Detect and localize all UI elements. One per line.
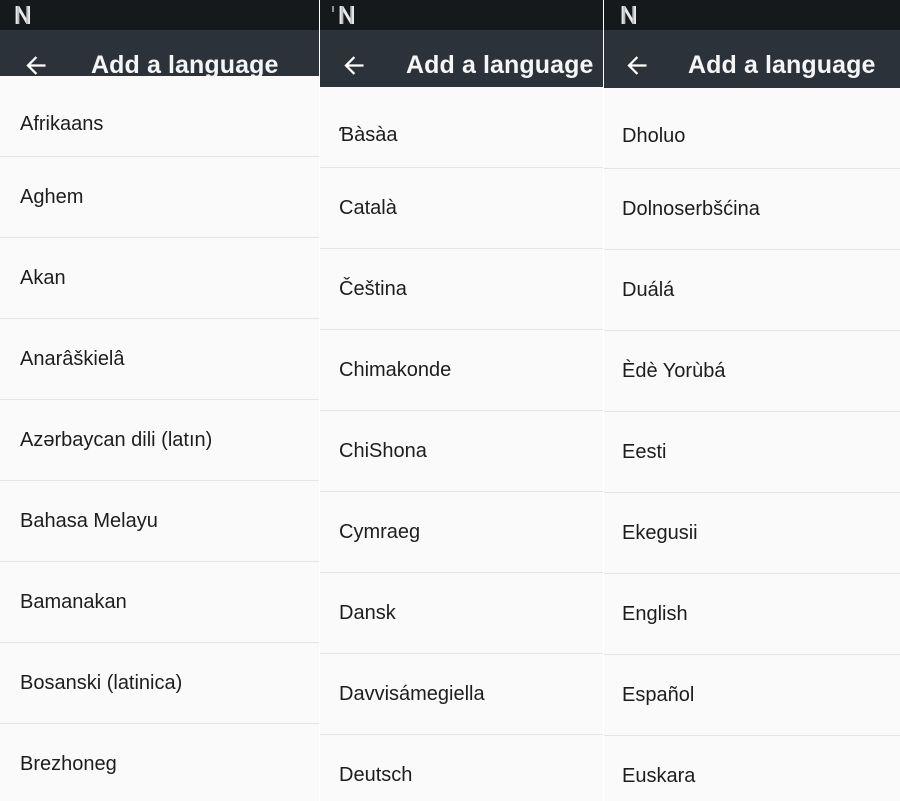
list-item[interactable]: Chimakonde	[320, 330, 603, 411]
language-name: Èdè Yorùbá	[622, 360, 726, 382]
status-bar	[320, 0, 603, 30]
language-name: Cymraeg	[339, 521, 421, 543]
page-title: Add a language	[406, 51, 594, 79]
list-item[interactable]: Čeština	[320, 249, 603, 330]
screenshot-panel-2: Add a language Ɓàsàa Català Čeština Chim…	[320, 0, 603, 801]
android-n-logo-icon	[338, 5, 356, 25]
language-name: Aghem	[20, 186, 84, 208]
list-item[interactable]: Duálá	[604, 250, 900, 331]
language-name: Español	[622, 684, 695, 706]
list-item[interactable]: Akan	[0, 238, 319, 319]
language-list-3[interactable]: Dholuo Dolnoserbšćina Duálá Èdè Yorùbá E…	[604, 88, 900, 801]
language-name: Čeština	[339, 278, 407, 300]
language-name: Akan	[20, 267, 66, 289]
list-item[interactable]: Azərbaycan dili (latın)	[0, 400, 319, 481]
language-name: Dholuo	[622, 125, 686, 147]
list-item[interactable]: Èdè Yorùbá	[604, 331, 900, 412]
language-picker-screen: Add a language Afrikaans Aghem Akan Anar…	[0, 0, 900, 801]
language-name: Brezhoneg	[20, 753, 117, 775]
language-list-2[interactable]: Ɓàsàa Català Čeština Chimakonde ChiShona…	[320, 87, 603, 801]
language-name: Deutsch	[339, 764, 413, 786]
language-name: Eesti	[622, 441, 667, 463]
back-arrow-icon[interactable]	[23, 52, 50, 79]
list-item[interactable]: ChiShona	[320, 411, 603, 492]
list-item[interactable]: Davvisámegiella	[320, 654, 603, 735]
list-item[interactable]: Ɓàsàa	[320, 87, 603, 168]
language-name: Afrikaans	[20, 113, 104, 135]
list-item[interactable]: Deutsch	[320, 735, 603, 801]
language-name: Ɓàsàa	[339, 124, 398, 146]
language-name: Bosanski (latinica)	[20, 672, 183, 694]
language-name: Català	[339, 197, 397, 219]
language-name: Bamanakan	[20, 591, 127, 613]
language-name: Azərbaycan dili (latın)	[20, 429, 213, 451]
list-item[interactable]: Bahasa Melayu	[0, 481, 319, 562]
list-item[interactable]: Aghem	[0, 157, 319, 238]
screenshot-panel-1: Add a language Afrikaans Aghem Akan Anar…	[0, 0, 319, 801]
list-item[interactable]: Afrikaans	[0, 76, 319, 157]
list-item[interactable]: Dolnoserbšćina	[604, 169, 900, 250]
status-bar	[604, 0, 900, 30]
list-item[interactable]: Español	[604, 655, 900, 736]
list-item[interactable]: Cymraeg	[320, 492, 603, 573]
back-arrow-icon[interactable]	[341, 52, 368, 79]
list-item[interactable]: English	[604, 574, 900, 655]
back-arrow-icon[interactable]	[624, 52, 651, 79]
android-n-logo-icon	[620, 5, 638, 25]
screenshot-panel-3: Add a language Dholuo Dolnoserbšćina Duá…	[604, 0, 900, 801]
signal-tick-icon	[332, 6, 334, 12]
language-name: Euskara	[622, 765, 696, 787]
language-name: ChiShona	[339, 440, 427, 462]
language-name: Dansk	[339, 602, 396, 624]
language-name: English	[622, 603, 688, 625]
page-title: Add a language	[688, 51, 876, 79]
language-name: Duálá	[622, 279, 675, 301]
language-name: Dolnoserbšćina	[622, 198, 760, 220]
list-item[interactable]: Anarâškielâ	[0, 319, 319, 400]
list-item[interactable]: Català	[320, 168, 603, 249]
list-item[interactable]: Bosanski (latinica)	[0, 643, 319, 724]
language-name: Bahasa Melayu	[20, 510, 158, 532]
language-name: Chimakonde	[339, 359, 452, 381]
list-item[interactable]: Bamanakan	[0, 562, 319, 643]
language-list-1[interactable]: Afrikaans Aghem Akan Anarâškielâ Azərbay…	[0, 76, 319, 801]
list-item[interactable]: Euskara	[604, 736, 900, 801]
list-item[interactable]: Ekegusii	[604, 493, 900, 574]
list-item[interactable]: Eesti	[604, 412, 900, 493]
language-name: Davvisámegiella	[339, 683, 485, 705]
status-bar	[0, 0, 319, 30]
list-item[interactable]: Dholuo	[604, 88, 900, 169]
list-item[interactable]: Brezhoneg	[0, 724, 319, 801]
list-item[interactable]: Dansk	[320, 573, 603, 654]
language-name: Ekegusii	[622, 522, 698, 544]
android-n-logo-icon	[14, 5, 32, 25]
language-name: Anarâškielâ	[20, 348, 125, 370]
